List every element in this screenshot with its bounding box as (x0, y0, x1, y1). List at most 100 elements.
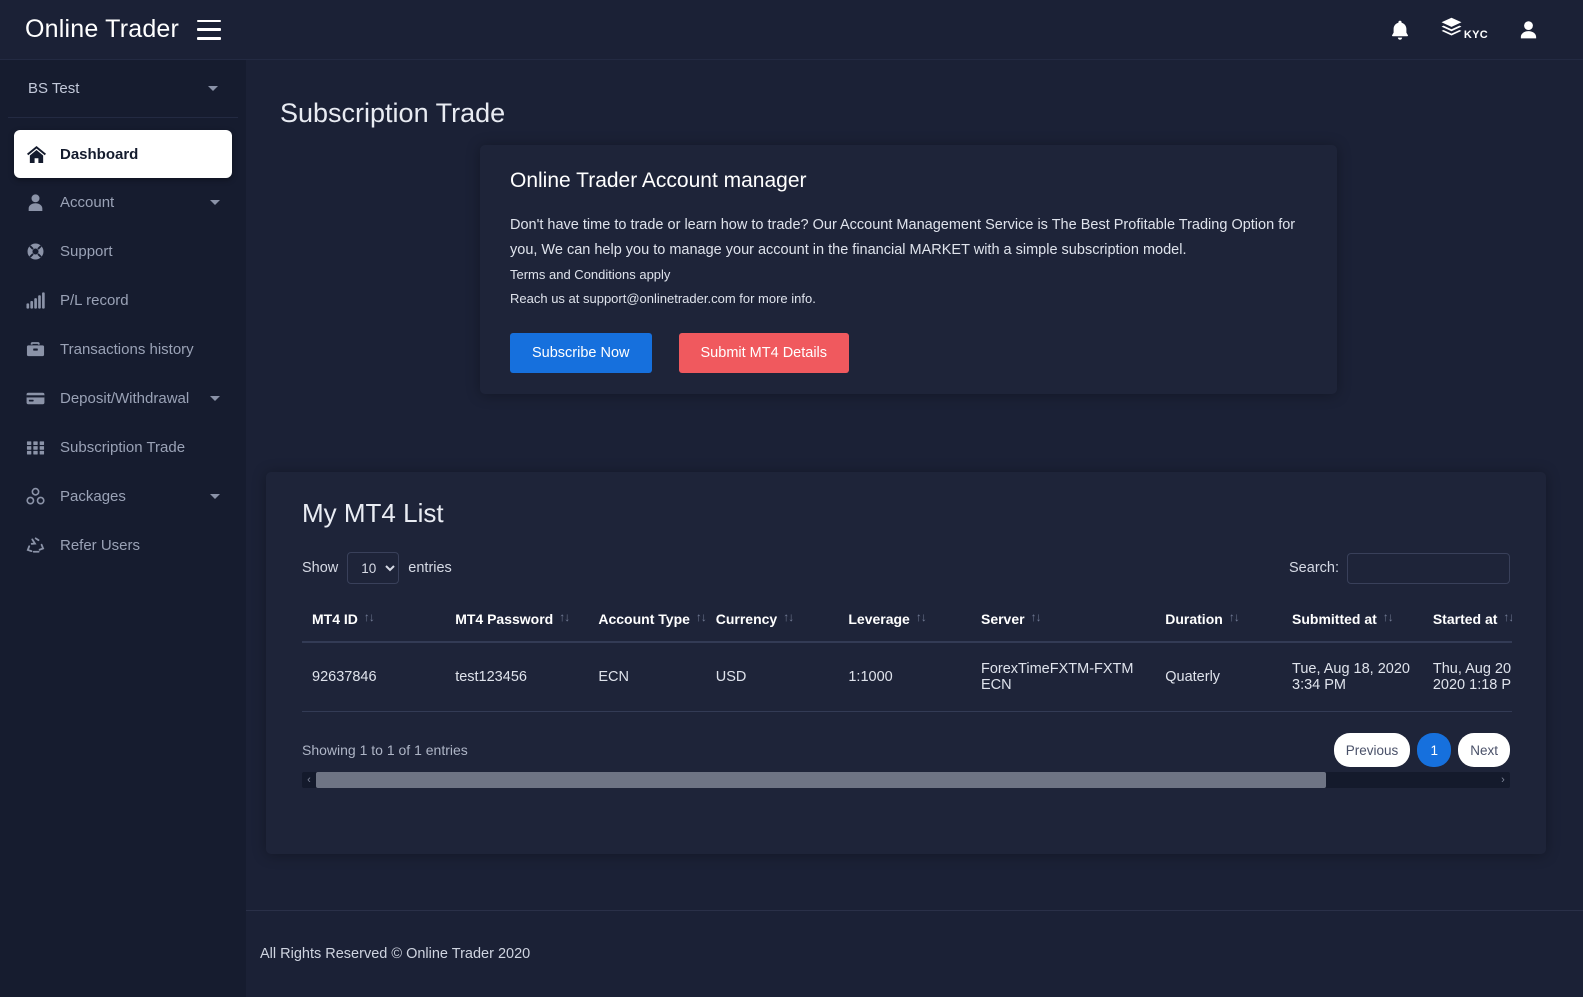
hamburger-bar (197, 37, 222, 40)
recycle-icon (26, 536, 60, 555)
column-label: Server (980, 611, 1025, 627)
layers-icon (1440, 16, 1463, 43)
column-header-mt4-password[interactable]: MT4 Password ↑↓ (445, 603, 589, 643)
column-header-server[interactable]: Server ↑↓ (970, 603, 1156, 643)
briefcase-icon (26, 340, 60, 359)
column-header-mt4-id[interactable]: MT4 ID ↑↓ (302, 603, 446, 643)
horizontal-scrollbar[interactable]: ‹ › (302, 772, 1510, 788)
column-header-started-at[interactable]: Started at ↑↓ (1422, 603, 1512, 643)
user-icon (26, 193, 60, 212)
column-header-currency[interactable]: Currency ↑↓ (705, 603, 839, 643)
account-manager-actions: Subscribe Now Submit MT4 Details (510, 333, 1307, 373)
column-header-account-type[interactable]: Account Type ↑↓ (588, 603, 707, 643)
column-header-submitted-at[interactable]: Submitted at ↑↓ (1282, 603, 1423, 643)
cell-submitted-at: Tue, Aug 18, 2020 3:34 PM (1282, 642, 1423, 712)
sidebar-item-label: Transactions history (60, 341, 194, 358)
scroll-right-icon[interactable]: › (1496, 774, 1510, 786)
sort-icon: ↑↓ (1228, 610, 1240, 624)
lifebuoy-icon (26, 242, 60, 261)
account-manager-card: Online Trader Account manager Don't have… (480, 145, 1337, 394)
search-label: Search: (1289, 560, 1339, 576)
sidebar-item-label: P/L record (60, 292, 129, 309)
sidebar: BS Test Dashboard Account Support P/L re… (0, 60, 246, 997)
chevron-down-icon (208, 86, 218, 91)
user-icon[interactable] (1518, 19, 1539, 41)
sidebar-item-label: Refer Users (60, 537, 141, 554)
table-header-row: MT4 ID ↑↓ MT4 Password ↑↓ Account Type ↑… (302, 603, 1512, 643)
scroll-left-icon[interactable]: ‹ (302, 774, 316, 786)
cell-currency: USD (705, 642, 839, 712)
sidebar-item-support[interactable]: Support (14, 227, 232, 276)
table-row[interactable]: 92637846 test123456 ECN USD 1:1000 Forex… (302, 642, 1512, 712)
search-input[interactable] (1347, 552, 1510, 584)
scrollbar-thumb[interactable] (316, 772, 1326, 788)
sidebar-item-subscription-trade[interactable]: Subscription Trade (14, 423, 232, 472)
sidebar-item-label: Account (60, 194, 115, 211)
account-manager-body: Don't have time to trade or learn how to… (510, 217, 1296, 258)
mt4-list-title: My MT4 List (302, 498, 444, 528)
cell-mt4-id: 92637846 (302, 642, 446, 712)
pagination-page-1[interactable]: 1 (1417, 733, 1452, 767)
kyc-label: KYC (1463, 29, 1488, 41)
sort-icon: ↑↓ (1030, 610, 1042, 624)
column-label: Currency (715, 611, 778, 627)
sort-icon: ↑↓ (1382, 610, 1394, 624)
cell-account-type: ECN (588, 642, 706, 712)
cell-duration: Quaterly (1155, 642, 1282, 712)
sidebar-item-account[interactable]: Account (14, 178, 232, 227)
column-label: MT4 Password (455, 611, 554, 627)
column-label: Account Type (598, 611, 690, 627)
cell-started-at: Thu, Aug 20, 2020 1:18 PM (1422, 642, 1512, 712)
page-length-select[interactable]: 10 25 50 100 (347, 552, 400, 584)
sort-icon: ↑↓ (1503, 610, 1512, 624)
show-label: Show (302, 560, 339, 576)
sidebar-item-deposit-withdrawal[interactable]: Deposit/Withdrawal (14, 374, 232, 423)
top-bar: Online Trader KYC (0, 0, 1583, 60)
scrollbar-track[interactable] (316, 772, 1496, 788)
contact-text: Reach us at support@onlinetrader.com for… (510, 291, 816, 306)
sidebar-item-label: Packages (60, 488, 126, 505)
mt4-list-card: My MT4 List Show 10 25 50 100 entries Se… (266, 472, 1546, 854)
app-root: Online Trader KYC BS Test Dashboard Acco… (0, 0, 1583, 997)
table-head: MT4 ID ↑↓ MT4 Password ↑↓ Account Type ↑… (302, 603, 1512, 643)
sidebar-item-label: Subscription Trade (60, 439, 186, 456)
sidebar-item-refer-users[interactable]: Refer Users (14, 521, 232, 570)
search-control: Search: (1289, 552, 1510, 584)
column-label: Started at (1432, 611, 1498, 627)
sort-icon: ↑↓ (783, 610, 794, 624)
hamburger-bar (197, 28, 222, 31)
sidebar-item-label: Dashboard (60, 145, 139, 163)
page-title: Subscription Trade (280, 98, 506, 128)
chevron-down-icon (210, 396, 220, 401)
kyc-button[interactable]: KYC (1440, 16, 1488, 43)
terms-text: Terms and Conditions apply (510, 267, 671, 282)
account-switcher[interactable]: BS Test (8, 60, 238, 118)
bell-icon[interactable] (1390, 19, 1410, 41)
column-header-leverage[interactable]: Leverage ↑↓ (838, 603, 971, 643)
home-icon (26, 145, 60, 164)
table-controls: Show 10 25 50 100 entries Search: (302, 551, 1510, 585)
bar-chart-icon (26, 291, 60, 310)
column-label: Leverage (848, 611, 910, 627)
pagination: Previous 1 Next (1333, 733, 1510, 767)
sidebar-item-pl-record[interactable]: P/L record (14, 276, 232, 325)
pagination-previous[interactable]: Previous (1333, 733, 1411, 767)
sidebar-item-label: Support (60, 243, 113, 260)
account-manager-title: Online Trader Account manager (510, 169, 807, 192)
sidebar-item-dashboard[interactable]: Dashboard (14, 130, 232, 178)
subscribe-now-button[interactable]: Subscribe Now (510, 333, 652, 373)
hamburger-bar (197, 19, 222, 22)
footer-text: All Rights Reserved © Online Trader 2020 (260, 946, 531, 962)
chevron-down-icon (210, 200, 220, 205)
hamburger-icon[interactable] (197, 19, 222, 40)
submit-mt4-details-button[interactable]: Submit MT4 Details (678, 333, 850, 373)
sidebar-item-transactions-history[interactable]: Transactions history (14, 325, 232, 374)
sort-icon: ↑↓ (363, 610, 375, 624)
sort-icon: ↑↓ (559, 610, 570, 624)
sidebar-item-packages[interactable]: Packages (14, 472, 232, 521)
column-header-duration[interactable]: Duration ↑↓ (1155, 603, 1282, 643)
main-content: Subscription Trade Online Trader Account… (246, 60, 1583, 997)
top-bar-actions: KYC (1390, 16, 1539, 43)
mt4-table: MT4 ID ↑↓ MT4 Password ↑↓ Account Type ↑… (302, 603, 1512, 712)
pagination-next[interactable]: Next (1458, 733, 1510, 767)
